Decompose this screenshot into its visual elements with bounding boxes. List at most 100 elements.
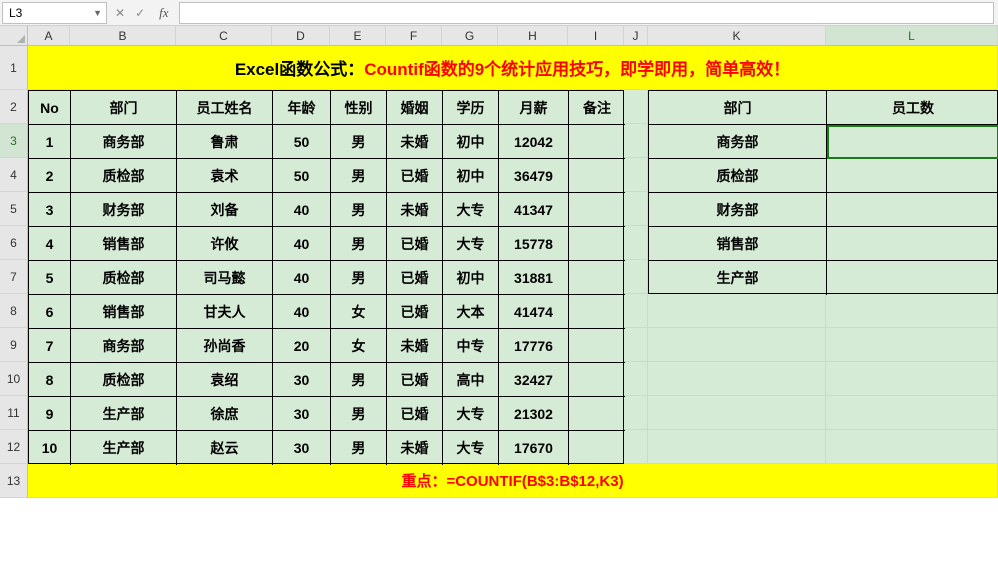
cell-J4[interactable] [624,158,648,192]
side-data-cell[interactable] [827,193,998,227]
main-data-cell[interactable] [569,227,625,261]
side-data-cell[interactable] [827,125,998,159]
main-data-cell[interactable]: 生产部 [71,431,177,465]
main-data-cell[interactable]: 8 [29,363,71,397]
main-data-cell[interactable]: 40 [273,295,331,329]
cell-J9[interactable] [624,328,648,362]
main-data-cell[interactable]: 销售部 [71,295,177,329]
main-data-cell[interactable]: 生产部 [71,397,177,431]
main-data-cell[interactable]: 未婚 [387,431,443,465]
main-data-cell[interactable]: 2 [29,159,71,193]
main-data-cell[interactable]: 40 [273,227,331,261]
main-data-cell[interactable]: 31881 [499,261,569,295]
main-data-cell[interactable]: 女 [331,329,387,363]
main-data-cell[interactable]: 质检部 [71,363,177,397]
cell-L9[interactable] [826,328,998,362]
column-header-E[interactable]: E [330,26,386,46]
main-header-cell[interactable]: 月薪 [499,91,569,125]
main-header-cell[interactable]: 年龄 [273,91,331,125]
main-data-cell[interactable] [569,295,625,329]
main-data-cell[interactable]: 许攸 [177,227,273,261]
cell-J6[interactable] [624,226,648,260]
column-header-B[interactable]: B [70,26,176,46]
row-header-13[interactable]: 13 [0,464,28,498]
side-data-cell[interactable] [827,159,998,193]
main-data-cell[interactable]: 甘夫人 [177,295,273,329]
main-data-cell[interactable]: 男 [331,227,387,261]
main-data-cell[interactable]: 10 [29,431,71,465]
row-header-6[interactable]: 6 [0,226,28,260]
cell-J12[interactable] [624,430,648,464]
main-data-cell[interactable]: 大本 [443,295,499,329]
cell-J10[interactable] [624,362,648,396]
main-header-cell[interactable]: 性别 [331,91,387,125]
main-data-cell[interactable] [569,363,625,397]
main-data-cell[interactable]: 7 [29,329,71,363]
column-header-A[interactable]: A [28,26,70,46]
main-data-cell[interactable]: 1 [29,125,71,159]
main-data-cell[interactable]: 12042 [499,125,569,159]
main-data-cell[interactable]: 21302 [499,397,569,431]
main-data-cell[interactable]: 已婚 [387,159,443,193]
side-header-cell[interactable]: 部门 [649,91,827,125]
row-header-5[interactable]: 5 [0,192,28,226]
main-data-cell[interactable]: 50 [273,125,331,159]
main-data-cell[interactable]: 男 [331,397,387,431]
main-data-cell[interactable]: 已婚 [387,227,443,261]
main-data-cell[interactable]: 41347 [499,193,569,227]
main-data-cell[interactable]: 男 [331,193,387,227]
main-data-cell[interactable]: 17670 [499,431,569,465]
name-box-dropdown-icon[interactable]: ▼ [93,8,102,18]
main-data-cell[interactable]: 女 [331,295,387,329]
main-data-cell[interactable]: 质检部 [71,159,177,193]
main-data-cell[interactable]: 已婚 [387,397,443,431]
main-data-cell[interactable]: 30 [273,363,331,397]
main-data-cell[interactable]: 36479 [499,159,569,193]
cell-J5[interactable] [624,192,648,226]
main-data-cell[interactable]: 徐庶 [177,397,273,431]
main-data-cell[interactable]: 未婚 [387,329,443,363]
main-data-cell[interactable]: 商务部 [71,125,177,159]
column-header-C[interactable]: C [176,26,272,46]
footer-cell[interactable]: 重点：=COUNTIF(B$3:B$12,K3) [28,464,998,498]
row-header-1[interactable]: 1 [0,46,28,90]
name-box[interactable]: L3 ▼ [2,2,107,24]
main-data-cell[interactable]: 初中 [443,261,499,295]
main-header-cell[interactable]: 员工姓名 [177,91,273,125]
main-header-cell[interactable]: 部门 [71,91,177,125]
main-header-cell[interactable]: 婚姻 [387,91,443,125]
side-data-cell[interactable]: 质检部 [649,159,827,193]
column-header-J[interactable]: J [624,26,648,46]
cell-K11[interactable] [648,396,826,430]
column-header-I[interactable]: I [568,26,624,46]
cell-J11[interactable] [624,396,648,430]
row-header-10[interactable]: 10 [0,362,28,396]
main-data-cell[interactable]: 30 [273,397,331,431]
main-data-cell[interactable]: 男 [331,159,387,193]
main-data-cell[interactable]: 大专 [443,193,499,227]
cell-J8[interactable] [624,294,648,328]
main-data-cell[interactable] [569,329,625,363]
formula-input[interactable] [179,2,994,24]
main-data-cell[interactable]: 男 [331,431,387,465]
main-data-cell[interactable]: 司马懿 [177,261,273,295]
side-data-cell[interactable] [827,261,998,295]
title-cell[interactable]: Excel函数公式：Countif函数的9个统计应用技巧，即学即用，简单高效！ [28,46,998,90]
main-data-cell[interactable] [569,431,625,465]
main-data-cell[interactable]: 40 [273,193,331,227]
column-header-D[interactable]: D [272,26,330,46]
row-header-8[interactable]: 8 [0,294,28,328]
main-data-cell[interactable]: 质检部 [71,261,177,295]
cancel-icon[interactable]: ✕ [115,6,125,20]
main-data-cell[interactable] [569,261,625,295]
main-data-cell[interactable]: 鲁肃 [177,125,273,159]
main-header-cell[interactable]: No [29,91,71,125]
cell-K8[interactable] [648,294,826,328]
side-header-cell[interactable]: 员工数 [827,91,998,125]
main-data-cell[interactable]: 已婚 [387,295,443,329]
row-header-12[interactable]: 12 [0,430,28,464]
cell-L12[interactable] [826,430,998,464]
main-data-cell[interactable]: 男 [331,125,387,159]
row-header-7[interactable]: 7 [0,260,28,294]
row-header-2[interactable]: 2 [0,90,28,124]
